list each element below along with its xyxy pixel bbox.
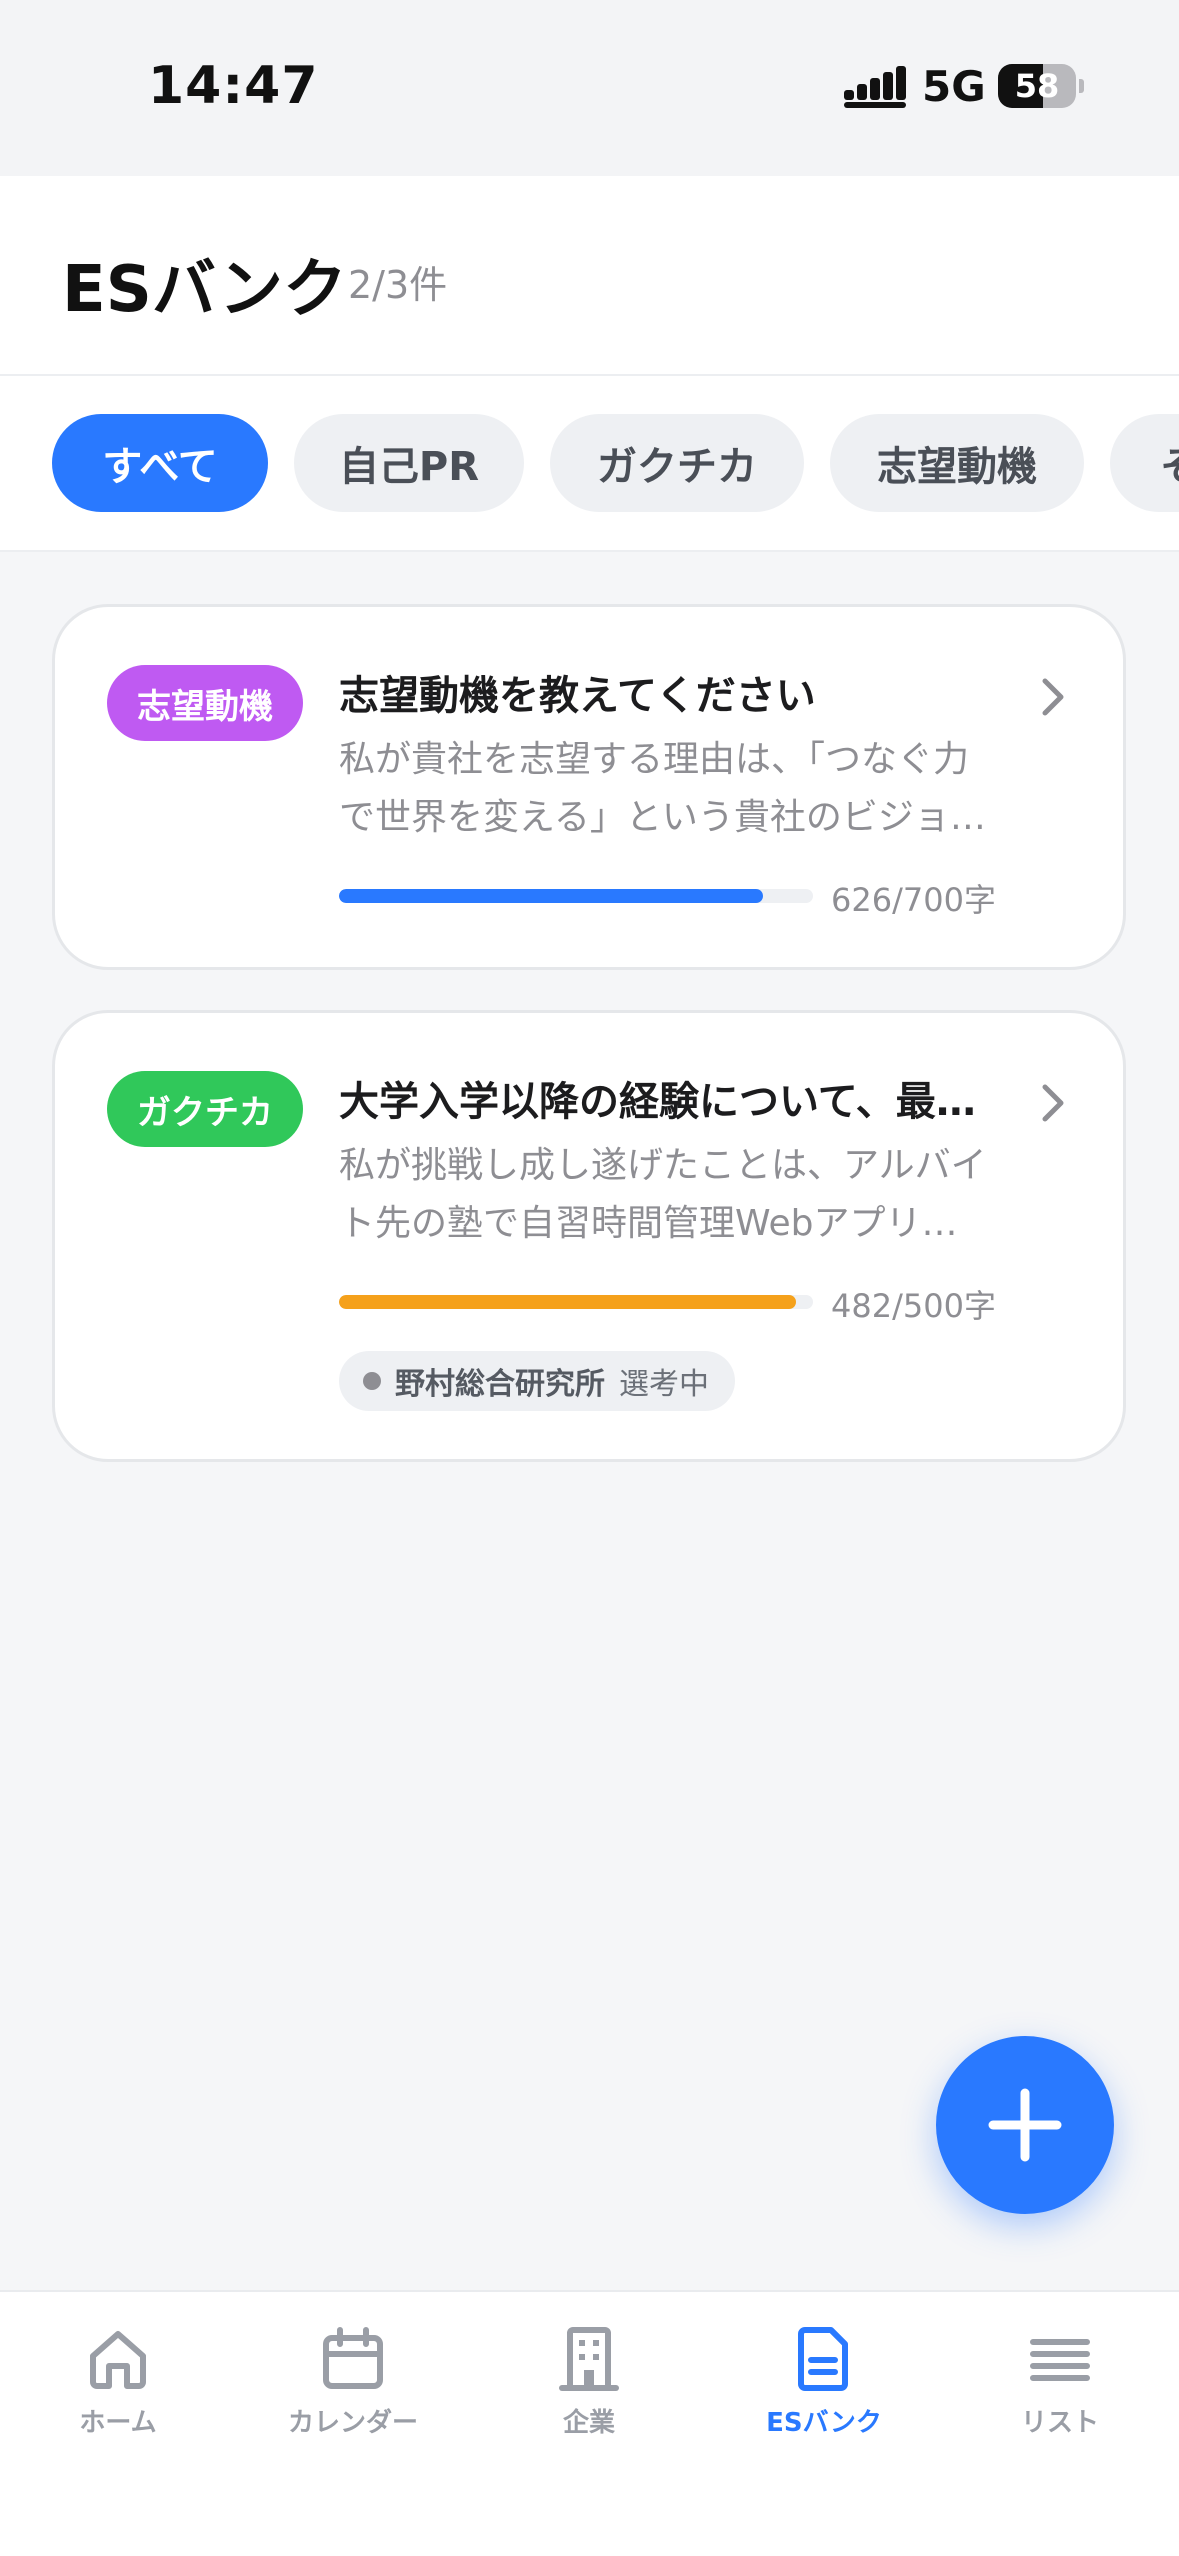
tab-home[interactable]: ホーム (18, 2324, 218, 2454)
bottom-tab-bar: ホーム カレンダー 企業 ESバンク リスト (0, 2290, 1179, 2556)
signal-icon (844, 66, 906, 108)
char-progress-fill (339, 889, 763, 903)
document-icon (798, 2327, 848, 2391)
category-tag: 志望動機 (107, 665, 303, 741)
card-title: 大学入学以降の経験について、最も力を入れたことを教えてください (339, 1079, 979, 1125)
battery-icon: 58 (998, 64, 1076, 108)
home-icon (90, 2331, 146, 2389)
calendar-icon (323, 2327, 383, 2389)
status-dot-icon (363, 1372, 381, 1390)
chevron-right-icon (1042, 678, 1064, 716)
es-bank-screen: 14:47 5G 58 ESバンク 2/3件 すべて 自己PR ガクチカ 志望動… (0, 0, 1179, 2556)
company-badge[interactable]: 野村総合研究所 選考中 (339, 1351, 735, 1411)
status-bar: 14:47 5G 58 (0, 0, 1179, 176)
char-count: 626/700字 (831, 881, 996, 919)
filter-chip-gakuchika[interactable]: ガクチカ (550, 414, 804, 512)
status-time: 14:47 (148, 56, 319, 116)
entry-count: 2/3件 (348, 263, 448, 307)
page-header: ESバンク 2/3件 (0, 176, 1179, 376)
tab-label: カレンダー (287, 2408, 418, 2438)
filter-chip-self-pr[interactable]: 自己PR (294, 414, 524, 512)
tab-calendar[interactable]: カレンダー (253, 2324, 453, 2454)
card-excerpt: 私が貴社を志望する理由は、「つなぐ力で世界を変える」という貴社のビジョンに深く共… (339, 739, 986, 838)
tab-label: ホーム (79, 2408, 157, 2438)
tab-label: リスト (1020, 2408, 1099, 2438)
tab-label: 企業 (562, 2408, 615, 2438)
char-progress-bar (339, 1295, 813, 1309)
filter-chip-all[interactable]: すべて (52, 414, 268, 512)
char-progress-fill (339, 1295, 796, 1309)
page-title: ESバンク (62, 253, 348, 327)
category-filter-bar: すべて 自己PR ガクチカ 志望動機 そ (0, 376, 1179, 552)
filter-chip-motivation[interactable]: 志望動機 (830, 414, 1084, 512)
filter-chip-other[interactable]: そ (1110, 414, 1179, 512)
card-title: 志望動機を教えてください (339, 673, 816, 719)
selection-status: 選考中 (619, 1367, 709, 1402)
building-icon (559, 2327, 619, 2391)
card-excerpt: 私が挑戦し成し遂げたことは、アルバイト先の塾で自習時間管理Webアプリを開発した… (339, 1145, 987, 1244)
add-es-button[interactable] (936, 2036, 1114, 2214)
es-card[interactable]: ガクチカ 大学入学以降の経験について、最も力を入れたことを教えてください 私が挑… (52, 1010, 1126, 1462)
category-tag: ガクチカ (107, 1071, 303, 1147)
char-progress-bar (339, 889, 813, 903)
tab-companies[interactable]: 企業 (489, 2324, 689, 2454)
chevron-right-icon (1042, 1084, 1064, 1122)
network-type: 5G (922, 62, 986, 111)
company-name: 野村総合研究所 (395, 1367, 605, 1402)
battery-cap (1079, 79, 1084, 93)
tab-label: ESバンク (766, 2408, 882, 2438)
tab-list[interactable]: リスト (960, 2324, 1160, 2454)
tab-es-bank[interactable]: ESバンク (724, 2324, 924, 2454)
list-icon (1030, 2339, 1090, 2381)
plus-icon (988, 2088, 1062, 2162)
battery-percent: 58 (1014, 67, 1060, 105)
es-card[interactable]: 志望動機 志望動機を教えてください 私が貴社を志望する理由は、「つなぐ力で世界を… (52, 604, 1126, 970)
char-count: 482/500字 (831, 1287, 996, 1325)
